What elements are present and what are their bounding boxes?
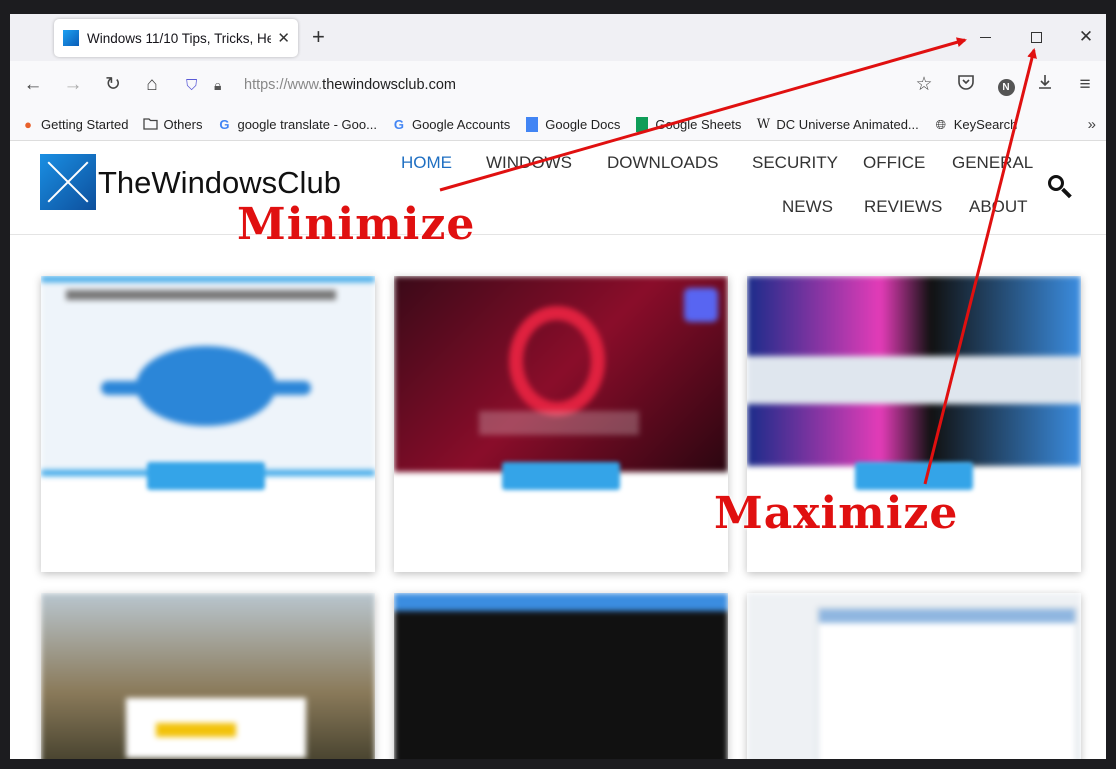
lock-icon[interactable]: 🔒︎ (214, 77, 236, 94)
nav-downloads[interactable]: DOWNLOADS (607, 153, 718, 173)
docs-icon (524, 116, 540, 133)
google-icon: G (393, 116, 405, 132)
maximize-icon (1030, 31, 1042, 43)
bookmarks-overflow-chevron-icon[interactable]: » (1088, 116, 1096, 133)
article-thumbnail (747, 593, 1081, 759)
window-close-button[interactable]: ✕ (1071, 24, 1101, 50)
tab-title: Windows 11/10 Tips, Tricks, Help (87, 30, 272, 46)
date-badge (147, 462, 265, 490)
search-icon[interactable] (1046, 173, 1074, 201)
date-badge (855, 462, 973, 490)
firefox-icon: ● (24, 116, 32, 132)
nav-office[interactable]: OFFICE (863, 153, 925, 173)
bookmark-keysearch[interactable]: 🌐︎ KeySearch (933, 117, 1018, 133)
bookmark-google-accounts[interactable]: G Google Accounts (391, 117, 510, 133)
article-card[interactable] (394, 276, 728, 572)
back-arrow-icon[interactable]: ← (21, 73, 45, 97)
minimize-icon (979, 36, 991, 38)
wikipedia-icon: W (756, 116, 771, 132)
bookmark-google-docs[interactable]: Google Docs (524, 116, 620, 133)
tab-close-icon[interactable]: ✕ (277, 29, 290, 47)
article-card[interactable] (41, 276, 375, 572)
minimize-button[interactable] (970, 24, 1000, 50)
tab-strip: Windows 11/10 Tips, Tricks, Help ✕ + ✕ (10, 14, 1106, 61)
download-icon[interactable] (1033, 73, 1057, 97)
browser-tab[interactable]: Windows 11/10 Tips, Tricks, Help ✕ (54, 19, 298, 57)
site-favicon-icon (63, 30, 79, 46)
minimize-annotation: Minimize (237, 199, 476, 250)
nav-windows[interactable]: WINDOWS (486, 153, 572, 173)
article-card[interactable] (747, 593, 1081, 759)
bookmark-dc-universe[interactable]: W DC Universe Animated... (755, 116, 919, 133)
url-text[interactable]: https://www.thewindowsclub.com (244, 77, 456, 93)
globe-icon: 🌐︎ (935, 116, 946, 132)
sheets-icon (634, 116, 650, 133)
bookmarks-toolbar: ● Getting Started Others G google transl… (10, 109, 1106, 141)
forward-arrow-icon[interactable]: → (61, 73, 85, 97)
bookmark-star-icon[interactable]: ☆ (912, 73, 936, 97)
bookmark-getting-started[interactable]: ● Getting Started (20, 117, 128, 133)
nav-news[interactable]: NEWS (782, 197, 833, 217)
google-icon: G (219, 116, 230, 132)
article-card[interactable] (394, 593, 728, 759)
article-thumbnail (394, 276, 728, 472)
bookmark-folder-others[interactable]: Others (142, 117, 202, 133)
article-thumbnail (41, 593, 375, 759)
article-card[interactable] (41, 593, 375, 759)
folder-icon (142, 117, 158, 133)
nav-security[interactable]: SECURITY (752, 153, 838, 173)
nav-about[interactable]: ABOUT (969, 197, 1028, 217)
maximize-annotation: Maximize (714, 488, 959, 539)
account-avatar-icon[interactable]: N (994, 73, 1018, 97)
pocket-icon[interactable] (954, 73, 978, 97)
maximize-button[interactable] (1021, 24, 1051, 50)
bookmark-google-translate[interactable]: G google translate - Goo... (216, 116, 377, 133)
nav-general[interactable]: GENERAL (952, 153, 1033, 173)
nav-home[interactable]: HOME (401, 153, 452, 173)
article-thumbnail (394, 593, 728, 759)
reload-icon[interactable]: ↻ (101, 73, 125, 97)
tracking-protection-shield-icon[interactable]: ⛉ (186, 77, 206, 94)
site-logo-text[interactable]: TheWindowsClub (98, 165, 341, 201)
article-thumbnail (41, 276, 375, 476)
new-tab-button[interactable]: + (312, 25, 325, 49)
web-page: TheWindowsClub HOME WINDOWS DOWNLOADS SE… (10, 141, 1106, 759)
site-header: TheWindowsClub HOME WINDOWS DOWNLOADS SE… (10, 141, 1106, 235)
windows-logo-icon[interactable] (40, 154, 96, 210)
nav-reviews[interactable]: REVIEWS (864, 197, 942, 217)
navigation-toolbar: ← → ↻ ⌂ ⛉ 🔒︎ https://www.thewindowsclub.… (10, 61, 1106, 109)
date-badge (502, 462, 620, 490)
article-thumbnail (747, 276, 1081, 466)
address-bar[interactable]: ⛉ 🔒︎ https://www.thewindowsclub.com (180, 69, 940, 101)
bookmark-google-sheets[interactable]: Google Sheets (634, 116, 741, 133)
browser-window: Windows 11/10 Tips, Tricks, Help ✕ + ✕ ←… (10, 14, 1106, 759)
home-icon[interactable]: ⌂ (140, 73, 164, 97)
hamburger-menu-icon[interactable]: ≡ (1073, 73, 1097, 97)
